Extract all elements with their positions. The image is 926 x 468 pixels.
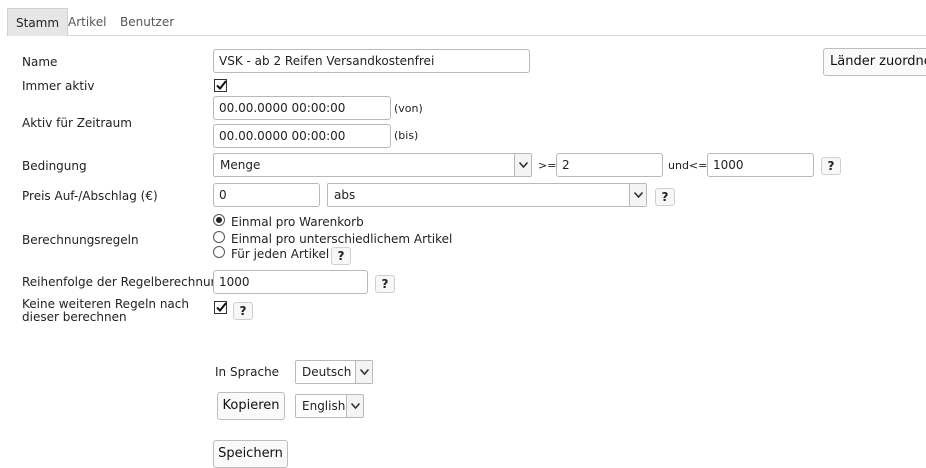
language-select-value: Deutsch xyxy=(302,365,352,379)
no-further-rules-label-line1: Keine weiteren Regeln nach xyxy=(22,297,189,311)
period-label: Aktiv für Zeitraum xyxy=(22,116,132,130)
tab-artikel[interactable]: Artikel xyxy=(68,8,106,36)
name-input[interactable]: VSK - ab 2 Reifen Versandkostenfrei xyxy=(213,49,530,73)
gte-label: >= xyxy=(538,159,557,172)
price-label: Preis Auf-/Abschlag (€) xyxy=(22,189,158,203)
checkmark-icon xyxy=(216,302,227,312)
order-label: Reihenfolge der Regelberechnung xyxy=(22,275,226,289)
checkmark-icon xyxy=(216,80,227,90)
no-further-rules-checkbox[interactable] xyxy=(214,301,227,314)
help-icon[interactable]: ? xyxy=(331,247,351,265)
always-active-checkbox[interactable] xyxy=(214,79,227,92)
gte-input[interactable]: 2 xyxy=(556,153,663,177)
order-input[interactable]: 1000 xyxy=(213,270,368,294)
date-to-suffix: (bis) xyxy=(394,129,419,142)
chevron-down-icon xyxy=(355,361,372,383)
tab-benutzer[interactable]: Benutzer xyxy=(120,8,174,36)
date-from-input[interactable]: 00.00.0000 00:00:00 xyxy=(213,96,391,120)
help-icon[interactable]: ? xyxy=(375,275,395,293)
language-select[interactable]: Deutsch xyxy=(295,360,373,384)
assign-countries-button[interactable]: Länder zuordnen xyxy=(823,48,926,76)
calc-rule-radio-per-article-type[interactable] xyxy=(213,231,225,243)
calc-rule-radio-per-item[interactable] xyxy=(213,246,225,258)
name-label: Name xyxy=(22,55,58,69)
calc-rules-label: Berechnungsregeln xyxy=(22,233,139,247)
language-label: In Sprache xyxy=(215,365,280,379)
always-active-label: Immer aktiv xyxy=(22,79,95,93)
chevron-down-icon xyxy=(514,154,531,176)
chevron-down-icon xyxy=(629,184,646,206)
save-button[interactable]: Speichern xyxy=(213,440,288,468)
date-from-suffix: (von) xyxy=(394,102,423,115)
target-language-value: English xyxy=(302,399,346,413)
condition-select-value: Menge xyxy=(220,158,261,172)
help-icon[interactable]: ? xyxy=(233,302,253,320)
calc-rule-radio-per-cart[interactable] xyxy=(213,214,225,226)
help-icon[interactable]: ? xyxy=(655,188,675,206)
condition-label: Bedingung xyxy=(22,159,87,173)
tab-bar: Stamm Artikel Benutzer xyxy=(7,8,926,36)
help-icon[interactable]: ? xyxy=(821,157,841,175)
calc-rule-option-label: Für jeden Artikel xyxy=(231,247,330,261)
copy-button[interactable]: Kopieren xyxy=(217,392,285,420)
calc-rule-option-label: Einmal pro unterschiedlichem Artikel xyxy=(231,232,453,246)
date-to-input[interactable]: 00.00.0000 00:00:00 xyxy=(213,124,391,148)
price-type-value: abs xyxy=(334,188,356,202)
target-language-select[interactable]: English xyxy=(295,394,364,418)
price-input[interactable]: 0 xyxy=(213,183,320,207)
tab-stamm[interactable]: Stamm xyxy=(7,8,69,36)
condition-select[interactable]: Menge xyxy=(213,153,532,177)
no-further-rules-label-line2: dieser berechnen xyxy=(22,310,127,324)
calc-rule-option-label: Einmal pro Warenkorb xyxy=(231,215,364,229)
lte-label: und<= xyxy=(668,159,708,172)
chevron-down-icon xyxy=(346,395,363,417)
price-type-select[interactable]: abs xyxy=(327,183,647,207)
lte-input[interactable]: 1000 xyxy=(707,153,814,177)
